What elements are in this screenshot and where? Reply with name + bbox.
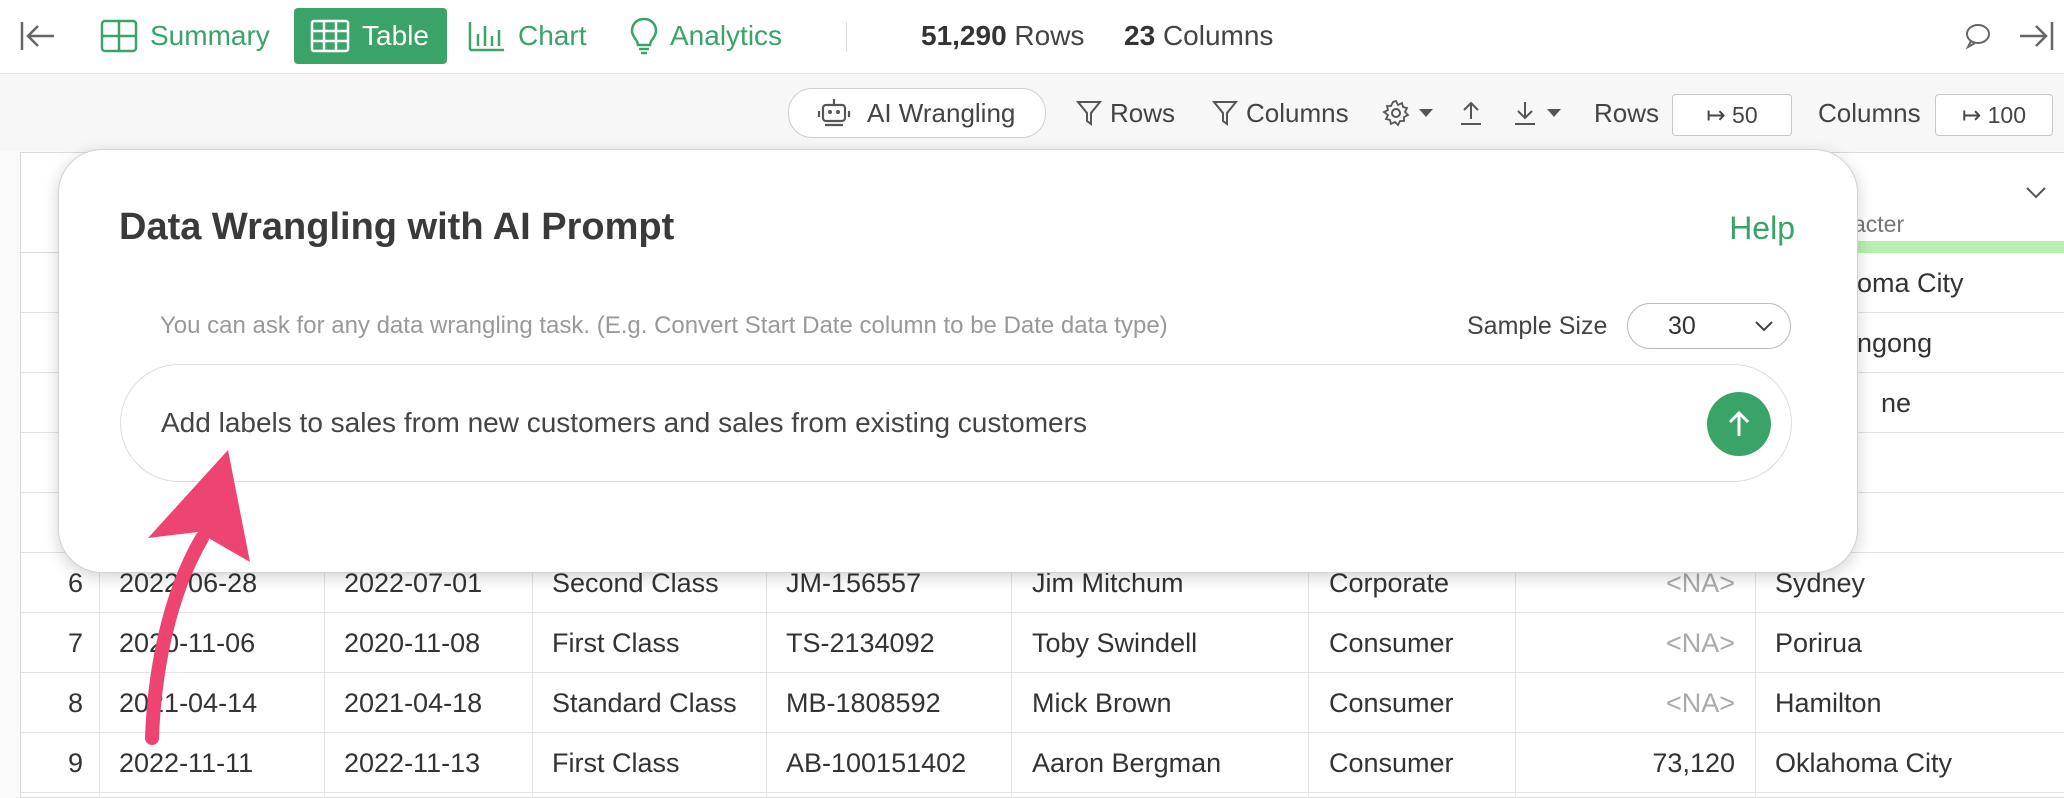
settings-dropdown[interactable] <box>1382 91 1442 135</box>
bar-chart-icon <box>468 22 504 52</box>
table-row: 8 2021-04-14 2021-04-18 Standard Class M… <box>21 673 2064 733</box>
table-cell[interactable]: Consumer <box>1329 673 1454 733</box>
row-count: 51,290 Rows <box>921 20 1084 52</box>
annotation-arrow-icon <box>145 450 250 745</box>
chevron-down-icon <box>1755 321 1773 332</box>
help-link[interactable]: Help <box>1729 210 1795 247</box>
sample-size-select[interactable]: 30 <box>1627 303 1791 349</box>
table-cell[interactable]: First Class <box>552 613 680 673</box>
lightbulb-icon <box>630 17 658 55</box>
toolbar-divider <box>846 22 847 52</box>
table-cell[interactable]: Aaron Bergman <box>1032 733 1221 793</box>
arrow-up-icon <box>1728 410 1750 436</box>
table-row: 9 2022-11-11 2022-11-13 First Class AB-1… <box>21 733 2064 793</box>
ai-wrangling-label: AI Wrangling <box>867 97 1016 128</box>
tab-summary[interactable]: Summary <box>100 8 270 64</box>
send-button[interactable] <box>1707 392 1771 456</box>
comment-icon[interactable] <box>1964 22 1992 55</box>
table-cell[interactable]: TS-2134092 <box>786 613 935 673</box>
table-cell[interactable]: First Class <box>552 733 680 793</box>
table-row: 7 2020-11-06 2020-11-08 First Class TS-2… <box>21 613 2064 673</box>
filter-icon <box>1076 101 1102 126</box>
table-cell[interactable]: AB-100151402 <box>786 733 966 793</box>
table-toolbar: AI Wrangling Rows Columns Rows ↦ 50 Colu… <box>0 75 2064 151</box>
table-cell[interactable]: Standard Class <box>552 673 737 733</box>
dialog-title: Data Wrangling with AI Prompt <box>119 206 675 248</box>
rows-filter-button[interactable]: Rows <box>1076 91 1175 135</box>
sample-size-value: 30 <box>1668 312 1696 340</box>
ai-wrangling-button[interactable]: AI Wrangling <box>788 88 1047 138</box>
columns-limit-input[interactable]: ↦ 100 <box>1935 94 2053 136</box>
collapse-left-icon[interactable] <box>20 20 56 57</box>
prompt-hint: You can ask for any data wrangling task.… <box>160 312 1168 339</box>
upload-icon <box>1461 101 1481 125</box>
table-cell[interactable]: Oklahoma City <box>1775 733 1952 793</box>
caret-down-icon <box>1547 109 1561 117</box>
tab-chart[interactable]: Chart <box>468 8 586 64</box>
column-count-label: Columns <box>1162 20 1274 51</box>
rows-limit-value: ↦ 50 <box>1706 101 1758 128</box>
rows-limit-label: Rows <box>1594 91 1659 135</box>
table-cell[interactable]: 73,120 <box>1515 733 1735 793</box>
row-number: 8 <box>67 688 83 718</box>
download-dropdown[interactable] <box>1512 91 1570 135</box>
tab-table-label: Table <box>362 20 429 51</box>
robot-icon <box>817 99 851 127</box>
columns-limit-value: ↦ 100 <box>1961 101 2027 128</box>
column-type-label: acter <box>1853 211 1905 237</box>
table-cell[interactable]: 2022-11-13 <box>344 733 480 793</box>
columns-filter-label: Columns <box>1246 97 1349 128</box>
ai-prompt-dialog: Data Wrangling with AI Prompt Help You c… <box>58 149 1858 573</box>
row-number: 9 <box>67 748 83 778</box>
table-cell[interactable]: oma City <box>1857 253 1964 313</box>
tab-analytics-label: Analytics <box>670 20 783 51</box>
table-cell[interactable]: Mick Brown <box>1032 673 1172 733</box>
filter-icon <box>1212 101 1238 126</box>
table-cell[interactable]: Hamilton <box>1775 673 1882 733</box>
top-bar: Summary Table Chart Analytics 51,290 Row… <box>0 0 2064 74</box>
table-cell[interactable]: <NA> <box>1515 613 1735 673</box>
prompt-input-text: Add labels to sales from new customers a… <box>161 407 1087 438</box>
table-cell[interactable]: 2020-11-08 <box>344 613 480 673</box>
summary-grid-icon <box>100 19 138 53</box>
collapse-right-icon[interactable] <box>2018 20 2054 57</box>
tab-analytics[interactable]: Analytics <box>630 8 782 64</box>
table-cell[interactable]: ngong <box>1857 313 1932 373</box>
column-count-value: 23 <box>1124 20 1156 51</box>
rows-filter-label: Rows <box>1110 97 1176 128</box>
rows-limit-text: Rows <box>1594 97 1660 128</box>
table-cell[interactable]: Toby Swindell <box>1032 613 1197 673</box>
columns-limit-text: Columns <box>1818 97 1921 128</box>
row-count-label: Rows <box>1014 20 1085 51</box>
tab-table[interactable]: Table <box>294 8 447 64</box>
download-icon <box>1515 102 1535 125</box>
tab-chart-label: Chart <box>518 20 587 51</box>
table-cell[interactable]: Consumer <box>1329 733 1454 793</box>
tab-summary-label: Summary <box>150 20 270 51</box>
table-cell[interactable]: ne <box>1881 373 1911 433</box>
rows-limit-input[interactable]: ↦ 50 <box>1672 94 1792 136</box>
gear-icon <box>1382 99 1410 127</box>
upload-button[interactable] <box>1458 91 1492 135</box>
prompt-input[interactable]: Add labels to sales from new customers a… <box>120 364 1792 482</box>
row-number: 7 <box>67 628 83 658</box>
table-cell[interactable]: <NA> <box>1515 673 1735 733</box>
table-cell[interactable]: Porirua <box>1775 613 1862 673</box>
table-cell[interactable]: MB-1808592 <box>786 673 941 733</box>
row-count-value: 51,290 <box>921 20 1007 51</box>
column-count: 23 Columns <box>1124 20 1273 52</box>
chevron-down-icon[interactable] <box>2025 186 2047 200</box>
columns-limit-label: Columns <box>1818 91 1921 135</box>
sample-size-label: Sample Size <box>1467 312 1608 340</box>
columns-filter-button[interactable]: Columns <box>1212 91 1349 135</box>
table-icon <box>310 19 350 53</box>
table-cell[interactable]: 2021-04-18 <box>344 673 482 733</box>
table-cell[interactable]: Consumer <box>1329 613 1454 673</box>
caret-down-icon <box>1419 109 1433 117</box>
